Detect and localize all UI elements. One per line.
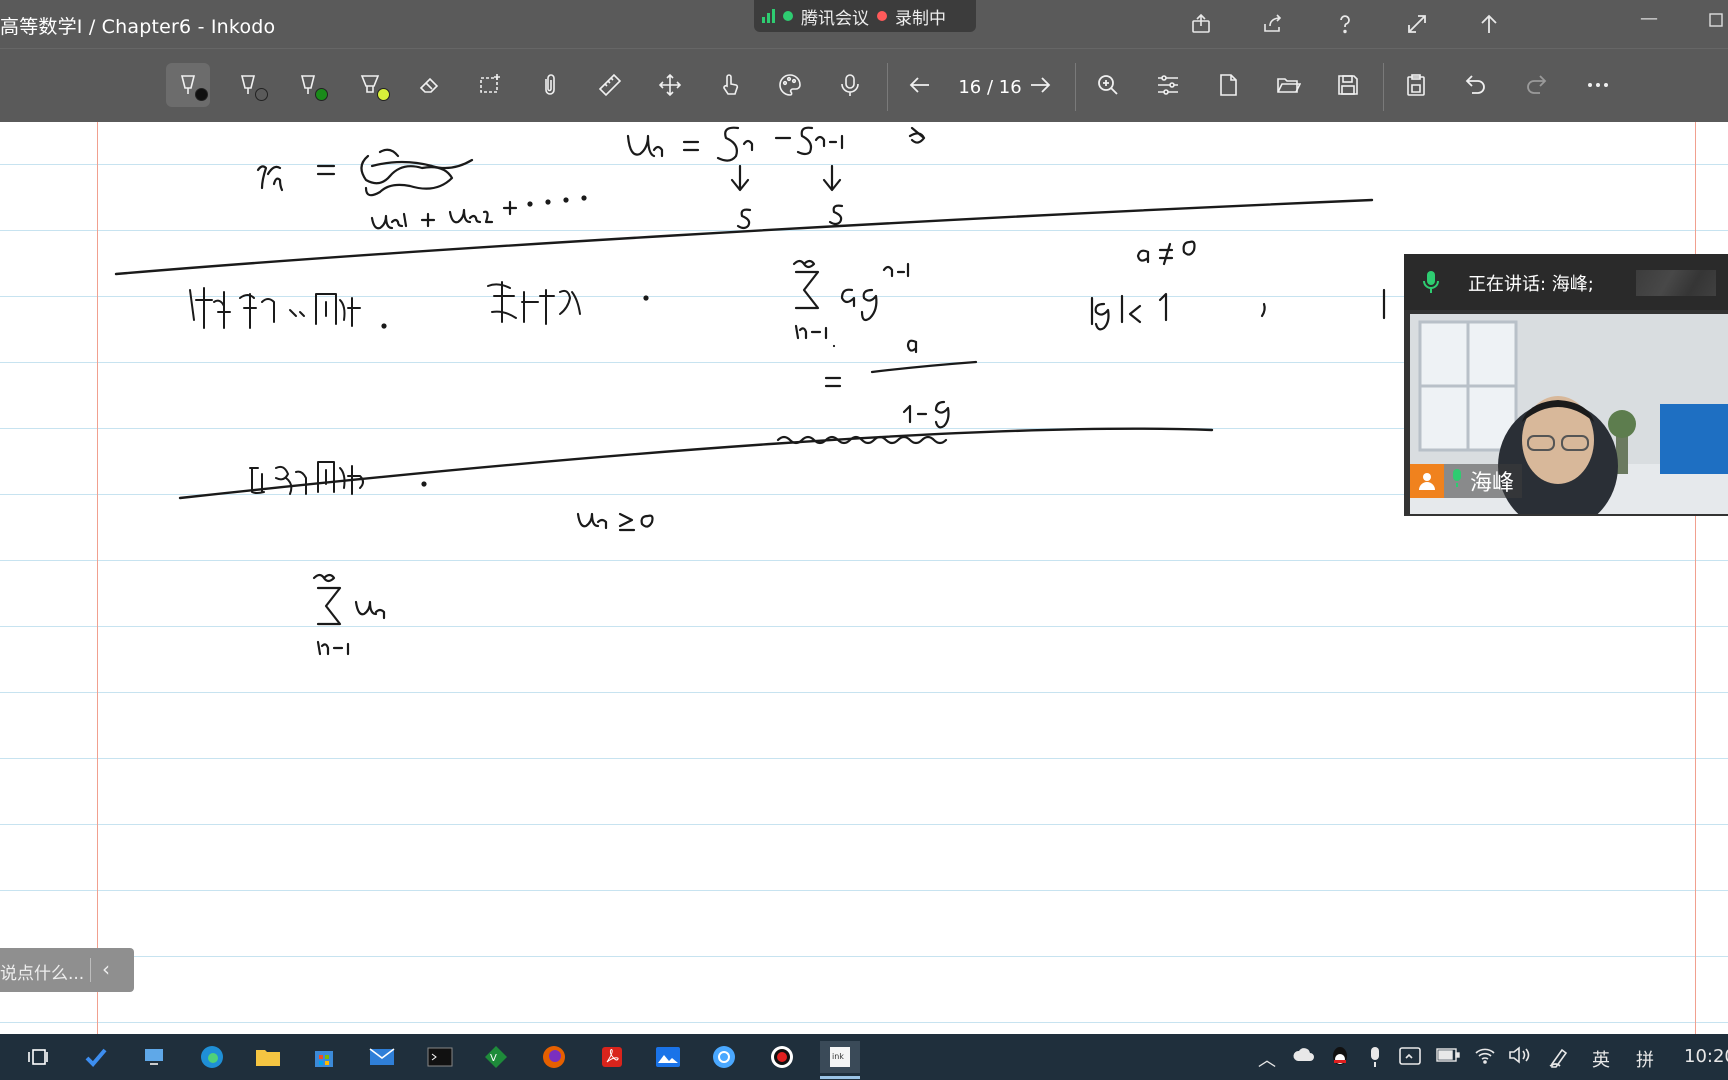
pen-tool-black[interactable] (166, 63, 210, 107)
vim-icon[interactable]: V (480, 1041, 512, 1073)
open-folder-icon[interactable] (1266, 63, 1310, 107)
edge-browser-icon[interactable] (196, 1041, 228, 1073)
firefox-icon[interactable] (538, 1041, 570, 1073)
pen-tool-green[interactable] (286, 63, 330, 107)
ink-un-identity (626, 126, 926, 230)
photos-icon[interactable] (652, 1041, 684, 1073)
pen-color-swatch (315, 88, 328, 101)
help-icon[interactable] (1329, 8, 1361, 40)
export-icon[interactable] (1257, 8, 1289, 40)
window-title: 高等数学I / Chapter6 - Inkodo (0, 16, 276, 38)
avatar-icon (1410, 464, 1444, 498)
file-explorer-icon[interactable] (252, 1041, 284, 1073)
screen-capture-icon[interactable] (1398, 1046, 1422, 1071)
eraser-icon[interactable] (408, 63, 452, 107)
svg-text:ink: ink (832, 1052, 844, 1061)
toolbar-divider (887, 63, 888, 111)
ink-rn-expression (256, 148, 474, 197)
toolbar-divider (1383, 63, 1384, 111)
new-page-icon[interactable] (1206, 63, 1250, 107)
ime-mode[interactable]: 拼 (1636, 1046, 1654, 1072)
speaking-label: 正在讲话: 海峰; (1468, 274, 1594, 295)
pen-tool-outline[interactable] (226, 63, 270, 107)
touch-icon[interactable] (708, 63, 752, 107)
ink-chinese-notes (189, 281, 649, 495)
microphone-icon[interactable] (828, 63, 872, 107)
participant-video: 海峰 (1410, 314, 1728, 514)
prev-page-icon[interactable] (898, 63, 942, 107)
qq-icon[interactable] (1330, 1046, 1350, 1073)
ink-conditions (1090, 240, 1386, 331)
pen-input-icon[interactable] (1548, 1046, 1570, 1073)
inkodo-app-icon[interactable]: ink (820, 1041, 860, 1073)
pen-color-swatch (195, 88, 208, 101)
task-view-icon[interactable] (22, 1041, 54, 1073)
participant-label: 海峰 (1410, 464, 1523, 498)
participant-mic-icon (1450, 468, 1464, 494)
signal-icon (762, 9, 775, 23)
chat-divider (90, 958, 91, 982)
paste-icon[interactable] (1394, 63, 1438, 107)
speaker-header: 正在讲话: 海峰; (1404, 254, 1728, 310)
fullscreen-icon[interactable] (1401, 8, 1433, 40)
onedrive-icon[interactable] (1292, 1046, 1316, 1067)
pdf-reader-icon[interactable] (596, 1041, 628, 1073)
ink-geometric-sum (776, 259, 978, 445)
volume-icon[interactable] (1508, 1046, 1532, 1069)
taskbar: V ink ︿ 英 拼 10:20 (0, 1034, 1728, 1080)
share-icon[interactable] (1185, 8, 1217, 40)
microphone-tray-icon[interactable] (1368, 1046, 1382, 1073)
chat-input[interactable]: 说点什么... ‹ (0, 948, 134, 992)
show-hidden-icons[interactable]: ︿ (1258, 1046, 1276, 1072)
todo-app-icon[interactable] (80, 1041, 112, 1073)
recording-label: 录制中 (895, 8, 946, 29)
maximize-icon[interactable] (1708, 10, 1726, 33)
recording-icon (877, 11, 887, 21)
recorder-icon[interactable] (766, 1041, 798, 1073)
zoom-icon[interactable] (1086, 63, 1130, 107)
svg-text:V: V (490, 1053, 497, 1064)
collapse-chat-icon[interactable]: ‹ (102, 957, 110, 981)
store-icon[interactable] (308, 1041, 340, 1073)
pen-color-swatch (377, 88, 390, 101)
palette-icon[interactable] (768, 63, 812, 107)
tencent-meeting-icon[interactable] (708, 1041, 740, 1073)
battery-icon (1436, 1046, 1460, 1067)
participant-name: 海峰 (1470, 471, 1515, 496)
video-panel[interactable]: 正在讲话: 海峰; 海峰 (1404, 254, 1728, 516)
more-options-icon[interactable] (1576, 63, 1620, 107)
meeting-name: 腾讯会议 (801, 8, 869, 29)
active-app-indicator (820, 1076, 860, 1079)
status-dot-icon (783, 11, 793, 21)
ink-nonneg-condition (576, 512, 654, 532)
scroll-top-icon[interactable] (1473, 8, 1505, 40)
mic-active-icon (1422, 270, 1440, 299)
pen-color-swatch (255, 88, 268, 101)
redo-icon (1514, 63, 1558, 107)
undo-icon[interactable] (1454, 63, 1498, 107)
ink-tail-series (370, 195, 587, 230)
remote-desktop-icon[interactable] (138, 1041, 170, 1073)
next-page-icon[interactable] (1018, 63, 1062, 107)
meeting-status-pill[interactable]: 腾讯会议 录制中 (754, 0, 976, 32)
lasso-select-icon[interactable] (468, 63, 512, 107)
signal-strength-icon (1636, 270, 1716, 296)
attach-icon[interactable] (528, 63, 572, 107)
terminal-icon[interactable] (424, 1041, 456, 1073)
save-icon[interactable] (1326, 63, 1370, 107)
settings-sliders-icon[interactable] (1146, 63, 1190, 107)
toolbar-divider (1075, 63, 1076, 111)
chat-placeholder: 说点什么... (0, 964, 85, 984)
move-icon[interactable] (648, 63, 692, 107)
ruler-icon[interactable] (588, 63, 632, 107)
minimize-icon[interactable]: — (1640, 8, 1658, 29)
ink-positive-series-sum (312, 573, 386, 656)
wifi-icon[interactable] (1474, 1046, 1496, 1069)
title-bar: 高等数学I / Chapter6 - Inkodo 腾讯会议 录制中 — (0, 0, 1728, 48)
highlighter-tool[interactable] (348, 63, 392, 107)
ink-toolbar: 16 / 16 (0, 48, 1728, 122)
mail-icon[interactable] (366, 1041, 398, 1073)
ime-language[interactable]: 英 (1592, 1046, 1610, 1072)
clock[interactable]: 10:20 (1684, 1046, 1728, 1067)
